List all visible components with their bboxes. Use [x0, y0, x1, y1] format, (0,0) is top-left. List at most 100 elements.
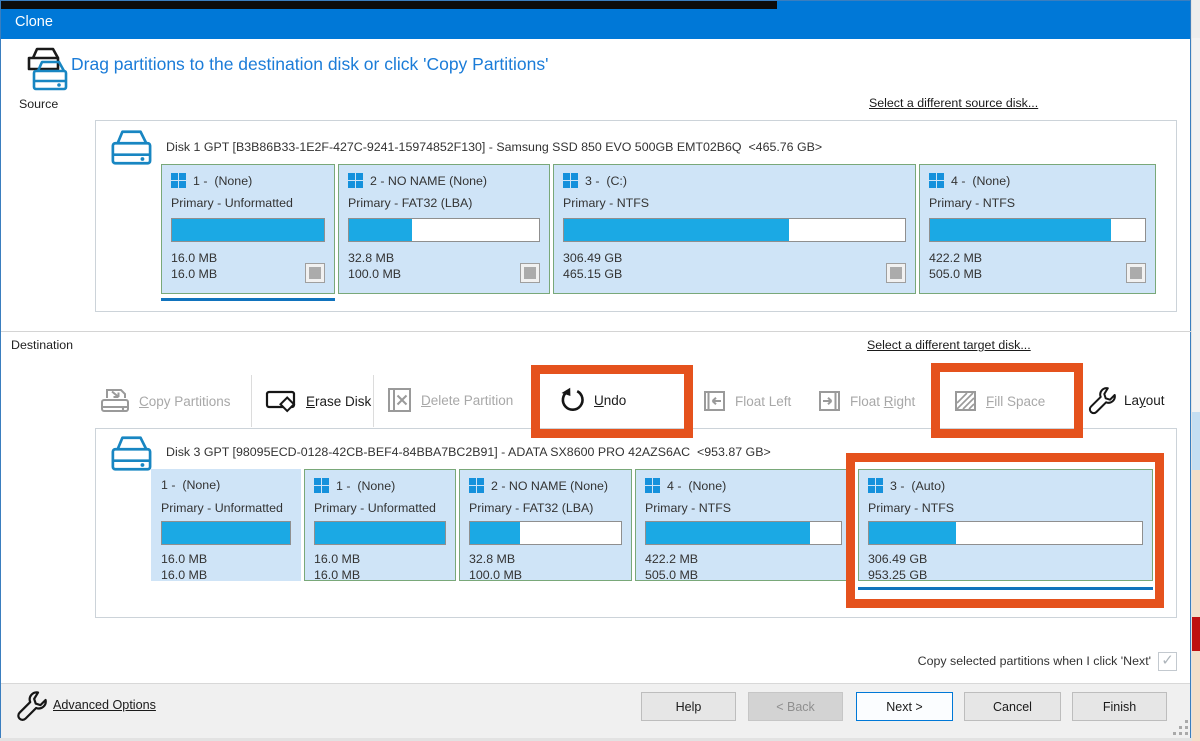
partition-type: Primary - FAT32 (LBA) [469, 501, 593, 515]
partition-name: 4 - (None) [667, 479, 726, 493]
total-size: 505.0 MB [645, 567, 698, 583]
source-partition-3[interactable]: 3 - (C:) Primary - NTFS 306.49 GB465.15 … [553, 164, 916, 294]
erase-disk-button[interactable]: Erase Disk [265, 386, 371, 416]
partition-type: Primary - Unformatted [171, 196, 293, 210]
used-size: 16.0 MB [314, 551, 360, 567]
partition-name: 2 - NO NAME (None) [491, 479, 608, 493]
copy-note: Copy selected partitions when I click 'N… [701, 654, 1151, 668]
total-size: 16.0 MB [161, 567, 207, 583]
toolbar-separator [373, 375, 374, 427]
partition-type: Primary - Unformatted [161, 501, 283, 515]
used-size: 32.8 MB [469, 551, 522, 567]
disk-icon [109, 127, 153, 169]
used-size: 32.8 MB [348, 250, 401, 266]
window-title: Clone [15, 14, 53, 30]
partition-type: Primary - NTFS [645, 501, 731, 515]
partition-handle[interactable] [886, 263, 906, 283]
total-size: 465.15 GB [563, 266, 622, 282]
destination-label: Destination [11, 338, 73, 352]
usage-bar [314, 521, 446, 545]
toolbar-separator [251, 375, 252, 427]
source-partition-4[interactable]: 4 - (None) Primary - NTFS 422.2 MB505.0 … [919, 164, 1156, 294]
resize-grip[interactable] [1173, 720, 1191, 738]
partition-type: Primary - Unformatted [314, 501, 436, 515]
used-size: 16.0 MB [171, 250, 217, 266]
float-left-button[interactable]: Float Left [702, 389, 791, 413]
partition-handle[interactable] [1126, 263, 1146, 283]
back-button[interactable]: < Back [748, 692, 843, 721]
instruction-text: Drag partitions to the destination disk … [71, 54, 548, 75]
background-app-sliver [1192, 617, 1200, 651]
annotation-box-target-partition [846, 453, 1164, 608]
selected-partition-underline [161, 298, 335, 301]
windows-logo-icon [645, 478, 660, 493]
delete-partition-button[interactable]: Delete Partition [385, 386, 513, 414]
disk-icon [109, 433, 153, 475]
erase-disk-icon [265, 386, 298, 416]
wrench-icon [13, 689, 47, 723]
partition-name: 2 - NO NAME (None) [370, 174, 487, 188]
select-source-disk-link[interactable]: Select a different source disk... [869, 96, 1038, 110]
help-button[interactable]: Help [641, 692, 736, 721]
windows-logo-icon [314, 478, 329, 493]
total-size: 505.0 MB [929, 266, 982, 282]
copy-partitions-button[interactable]: Copy Partitions [99, 386, 231, 416]
partition-name: 1 - (None) [161, 478, 220, 492]
partition-handle[interactable] [305, 263, 325, 283]
next-button[interactable]: Next > [856, 692, 953, 721]
annotation-box-fill-space [931, 363, 1083, 438]
background-app-sliver [1192, 470, 1200, 617]
select-target-disk-link[interactable]: Select a different target disk... [867, 338, 1031, 352]
partition-handle[interactable] [520, 263, 540, 283]
windows-logo-icon [929, 173, 944, 188]
windows-logo-icon [348, 173, 363, 188]
background-app-sliver [1192, 651, 1200, 741]
usage-bar [161, 521, 291, 545]
source-partition-2[interactable]: 2 - NO NAME (None) Primary - FAT32 (LBA)… [338, 164, 550, 294]
usage-bar [171, 218, 325, 242]
copy-note-checkbox[interactable]: ✓ [1158, 652, 1177, 671]
used-size: 422.2 MB [645, 551, 698, 567]
partition-name: 1 - (None) [336, 479, 395, 493]
total-size: 16.0 MB [314, 567, 360, 583]
total-size: 100.0 MB [469, 567, 522, 583]
dest-partition-3[interactable]: 2 - NO NAME (None) Primary - FAT32 (LBA)… [459, 469, 632, 581]
clone-dialog: Clone Drag partitions to the destination… [0, 0, 1191, 738]
background-app-sliver [1192, 38, 1200, 412]
copy-partitions-icon [99, 386, 131, 416]
dest-partition-4[interactable]: 4 - (None) Primary - NTFS 422.2 MB505.0 … [635, 469, 852, 581]
layout-button[interactable]: Layout [1085, 385, 1165, 416]
total-size: 16.0 MB [171, 266, 217, 282]
background-app-sliver [1192, 0, 1200, 38]
cancel-button[interactable]: Cancel [964, 692, 1061, 721]
partition-name: 4 - (None) [951, 174, 1010, 188]
float-right-button[interactable]: Float Right [817, 389, 915, 413]
float-left-icon [702, 389, 727, 413]
usage-bar [929, 218, 1146, 242]
screen: Clone Drag partitions to the destination… [0, 0, 1200, 741]
delete-partition-icon [385, 386, 413, 414]
dest-partition-1[interactable]: 1 - (None) Primary - Unformatted 16.0 MB… [151, 469, 301, 581]
destination-disk-title: Disk 3 GPT [98095ECD-0128-42CB-BEF4-84BB… [166, 445, 771, 459]
used-size: 422.2 MB [929, 250, 982, 266]
float-right-icon [817, 389, 842, 413]
source-partition-1[interactable]: 1 - (None) Primary - Unformatted 16.0 MB… [161, 164, 335, 294]
wrench-icon [1085, 385, 1116, 416]
partition-type: Primary - NTFS [563, 196, 649, 210]
clone-disks-icon [25, 45, 71, 93]
used-size: 16.0 MB [161, 551, 207, 567]
divider [1, 331, 1191, 332]
windows-logo-icon [171, 173, 186, 188]
usage-bar [348, 218, 540, 242]
usage-bar [645, 521, 842, 545]
partition-name: 1 - (None) [193, 174, 252, 188]
advanced-options-link[interactable]: Advanced Options [53, 698, 156, 712]
total-size: 100.0 MB [348, 266, 401, 282]
finish-button[interactable]: Finish [1072, 692, 1167, 721]
usage-bar [469, 521, 622, 545]
dest-partition-2[interactable]: 1 - (None) Primary - Unformatted 16.0 MB… [304, 469, 456, 581]
windows-logo-icon [563, 173, 578, 188]
usage-bar [563, 218, 906, 242]
source-label: Source [19, 97, 58, 111]
used-size: 306.49 GB [563, 250, 622, 266]
